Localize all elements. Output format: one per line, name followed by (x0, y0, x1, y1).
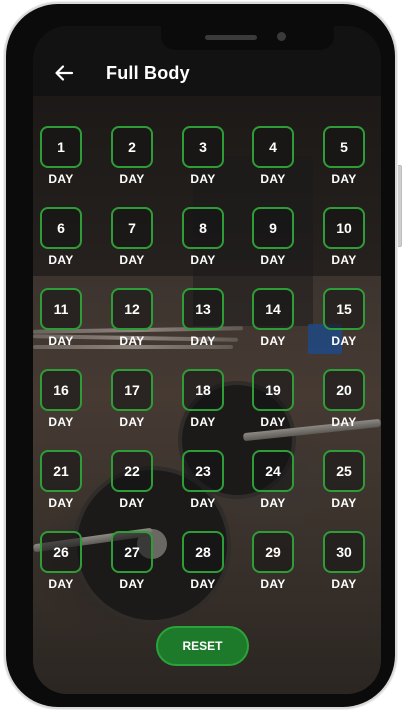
day-card[interactable]: 17 DAY (109, 369, 155, 429)
day-label: DAY (119, 253, 145, 267)
day-number-box[interactable]: 26 (40, 531, 82, 573)
day-card[interactable]: 23 DAY (180, 450, 226, 510)
day-label: DAY (119, 415, 145, 429)
day-number-box[interactable]: 12 (111, 288, 153, 330)
day-label: DAY (260, 334, 286, 348)
arrow-left-icon[interactable] (53, 62, 75, 84)
day-card[interactable]: 29 DAY (250, 531, 296, 591)
day-number-box[interactable]: 28 (182, 531, 224, 573)
day-card[interactable]: 25 DAY (321, 450, 367, 510)
day-card[interactable]: 4 DAY (250, 126, 296, 186)
page-title: Full Body (106, 63, 190, 83)
day-label: DAY (331, 496, 357, 510)
phone-power-button (396, 165, 402, 247)
day-number-box[interactable]: 8 (182, 207, 224, 249)
day-number-box[interactable]: 3 (182, 126, 224, 168)
day-label: DAY (331, 172, 357, 186)
day-number-box[interactable]: 1 (40, 126, 82, 168)
day-label: DAY (190, 172, 216, 186)
day-number-box[interactable]: 19 (252, 369, 294, 411)
day-label: DAY (260, 496, 286, 510)
day-number-box[interactable]: 13 (182, 288, 224, 330)
day-number-box[interactable]: 5 (323, 126, 365, 168)
day-number-box[interactable]: 2 (111, 126, 153, 168)
day-card[interactable]: 20 DAY (321, 369, 367, 429)
day-card[interactable]: 10 DAY (321, 207, 367, 267)
day-label: DAY (260, 577, 286, 591)
day-number-box[interactable]: 16 (40, 369, 82, 411)
front-camera (277, 32, 286, 41)
day-number-box[interactable]: 30 (323, 531, 365, 573)
day-number-box[interactable]: 22 (111, 450, 153, 492)
day-label: DAY (48, 577, 74, 591)
day-number-box[interactable]: 21 (40, 450, 82, 492)
day-number-box[interactable]: 7 (111, 207, 153, 249)
day-card[interactable]: 22 DAY (109, 450, 155, 510)
day-card[interactable]: 1 DAY (38, 126, 84, 186)
day-number-box[interactable]: 25 (323, 450, 365, 492)
speaker-grille (205, 35, 257, 40)
phone-notch (161, 26, 334, 50)
day-label: DAY (331, 334, 357, 348)
day-label: DAY (190, 577, 216, 591)
day-card[interactable]: 7 DAY (109, 207, 155, 267)
day-number-box[interactable]: 24 (252, 450, 294, 492)
day-card[interactable]: 8 DAY (180, 207, 226, 267)
day-card[interactable]: 16 DAY (38, 369, 84, 429)
day-card[interactable]: 19 DAY (250, 369, 296, 429)
day-label: DAY (331, 415, 357, 429)
day-label: DAY (190, 496, 216, 510)
day-number-box[interactable]: 14 (252, 288, 294, 330)
day-number-box[interactable]: 20 (323, 369, 365, 411)
day-label: DAY (48, 496, 74, 510)
day-number-box[interactable]: 18 (182, 369, 224, 411)
day-number-box[interactable]: 9 (252, 207, 294, 249)
day-number-box[interactable]: 11 (40, 288, 82, 330)
day-card[interactable]: 13 DAY (180, 288, 226, 348)
day-card[interactable]: 30 DAY (321, 531, 367, 591)
day-number-box[interactable]: 15 (323, 288, 365, 330)
day-card[interactable]: 6 DAY (38, 207, 84, 267)
day-card[interactable]: 27 DAY (109, 531, 155, 591)
day-number-box[interactable]: 23 (182, 450, 224, 492)
day-label: DAY (331, 577, 357, 591)
day-card[interactable]: 2 DAY (109, 126, 155, 186)
day-label: DAY (119, 334, 145, 348)
day-card[interactable]: 28 DAY (180, 531, 226, 591)
day-number-box[interactable]: 17 (111, 369, 153, 411)
day-card[interactable]: 5 DAY (321, 126, 367, 186)
day-card[interactable]: 15 DAY (321, 288, 367, 348)
day-label: DAY (119, 172, 145, 186)
day-number-box[interactable]: 29 (252, 531, 294, 573)
day-label: DAY (190, 415, 216, 429)
day-label: DAY (48, 253, 74, 267)
day-label: DAY (119, 577, 145, 591)
day-card[interactable]: 26 DAY (38, 531, 84, 591)
day-label: DAY (260, 172, 286, 186)
day-label: DAY (331, 253, 357, 267)
day-label: DAY (119, 496, 145, 510)
day-card[interactable]: 9 DAY (250, 207, 296, 267)
day-card[interactable]: 21 DAY (38, 450, 84, 510)
day-number-box[interactable]: 10 (323, 207, 365, 249)
day-number-box[interactable]: 6 (40, 207, 82, 249)
day-label: DAY (260, 415, 286, 429)
phone-frame: Full Body 1 DAY 2 DAY 3 DAY 4 DAY 5 DAY 6 DAY 7 DAY 8 D… (6, 4, 395, 707)
day-number-box[interactable]: 27 (111, 531, 153, 573)
app-screen: Full Body 1 DAY 2 DAY 3 DAY 4 DAY 5 DAY 6 DAY 7 DAY 8 D… (33, 26, 381, 694)
day-label: DAY (190, 334, 216, 348)
day-card[interactable]: 12 DAY (109, 288, 155, 348)
day-card[interactable]: 11 DAY (38, 288, 84, 348)
day-label: DAY (48, 415, 74, 429)
day-card[interactable]: 14 DAY (250, 288, 296, 348)
day-label: DAY (48, 172, 74, 186)
day-label: DAY (48, 334, 74, 348)
day-card[interactable]: 24 DAY (250, 450, 296, 510)
day-label: DAY (260, 253, 286, 267)
day-number-box[interactable]: 4 (252, 126, 294, 168)
reset-button[interactable]: RESET (156, 626, 249, 666)
day-card[interactable]: 18 DAY (180, 369, 226, 429)
day-label: DAY (190, 253, 216, 267)
day-card[interactable]: 3 DAY (180, 126, 226, 186)
